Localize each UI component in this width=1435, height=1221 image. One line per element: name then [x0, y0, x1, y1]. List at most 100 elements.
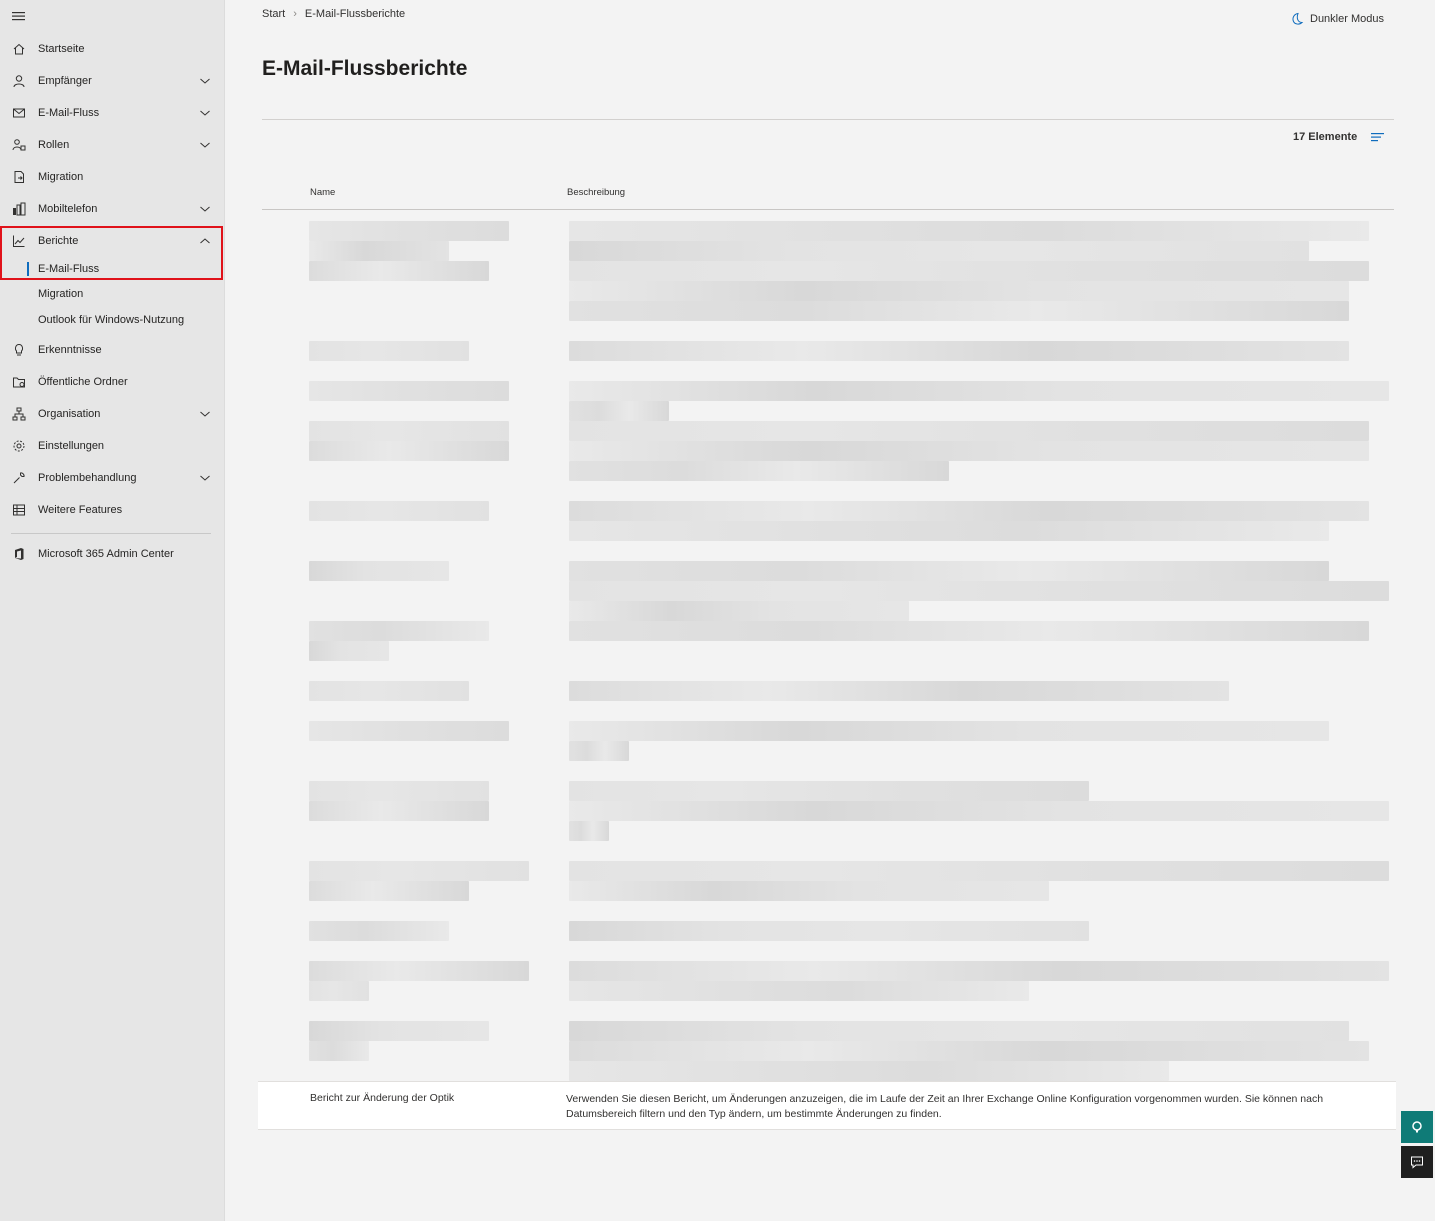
redacted-description: [569, 721, 1329, 741]
sidebar-item-empfaenger[interactable]: Empfänger: [0, 67, 224, 95]
sidebar-item-migration[interactable]: Migration: [0, 163, 224, 191]
sidebar-item-berichte[interactable]: Berichte: [0, 227, 224, 255]
table-row[interactable]: [262, 221, 1394, 261]
row-description: Verwenden Sie diesen Bericht, um Änderun…: [566, 1093, 1324, 1120]
sidebar: Startseite Empfänger E-Mail-Fluss Rollen…: [0, 0, 225, 1221]
table-row[interactable]: Bericht zur Änderung der Optik Verwenden…: [258, 1081, 1396, 1130]
row-name: Bericht zur Änderung der Optik: [310, 1092, 455, 1104]
dark-mode-toggle[interactable]: Dunkler Modus: [1290, 12, 1384, 26]
table-row[interactable]: [262, 501, 1394, 541]
redacted-name: [309, 881, 469, 901]
redacted-description: [569, 441, 1369, 461]
redacted-name: [309, 981, 369, 1001]
redacted-description: [569, 1041, 1369, 1061]
gear-icon: [11, 438, 27, 454]
redacted-name: [309, 261, 489, 281]
mail-icon: [11, 105, 27, 121]
sidebar-item-rollen[interactable]: Rollen: [0, 131, 224, 159]
table-row[interactable]: [262, 421, 1394, 481]
redacted-description: [569, 961, 1389, 981]
breadcrumb-start[interactable]: Start: [262, 8, 285, 20]
redacted-description: [569, 281, 1349, 301]
redacted-name: [309, 1041, 369, 1061]
sidebar-subitem-email-flow[interactable]: E-Mail-Fluss: [0, 258, 224, 280]
sidebar-item-label: Migration: [38, 171, 84, 183]
table-icon: [11, 502, 27, 518]
redacted-description: [569, 301, 1349, 321]
feedback-button[interactable]: [1401, 1146, 1433, 1178]
sidebar-item-label: Öffentliche Ordner: [38, 376, 128, 388]
sidebar-subitem-label: E-Mail-Fluss: [38, 263, 100, 275]
sidebar-item-label: Organisation: [38, 408, 101, 420]
column-header-description[interactable]: Beschreibung: [567, 187, 625, 198]
sidebar-item-label: Problembehandlung: [38, 472, 137, 484]
sidebar-item-admin-center[interactable]: Microsoft 365 Admin Center: [0, 540, 224, 568]
sidebar-subitem-migration[interactable]: Migration: [0, 283, 224, 305]
table-row[interactable]: [262, 621, 1394, 661]
table-row[interactable]: [262, 681, 1394, 701]
sidebar-item-email-flow[interactable]: E-Mail-Fluss: [0, 99, 224, 127]
table-row[interactable]: [262, 721, 1394, 761]
table-row[interactable]: [262, 861, 1394, 901]
sidebar-item-public-folders[interactable]: Öffentliche Ordner: [0, 368, 224, 396]
redacted-description: [569, 501, 1369, 521]
help-button[interactable]: [1401, 1111, 1433, 1143]
redacted-name: [309, 241, 449, 261]
sidebar-item-label: Startseite: [38, 43, 85, 55]
table-header-divider: [262, 209, 1394, 210]
redacted-name: [309, 861, 529, 881]
sidebar-item-label: Mobiltelefon: [38, 203, 98, 215]
lightbulb-icon: [11, 342, 27, 358]
redacted-description: [569, 261, 1369, 281]
hamburger-menu-icon[interactable]: [11, 9, 27, 23]
sidebar-item-label: Einstellungen: [38, 440, 105, 452]
feedback-icon: [1411, 1156, 1423, 1169]
home-icon: [11, 41, 27, 57]
sidebar-item-erkenntnisse[interactable]: Erkenntnisse: [0, 336, 224, 364]
person-icon: [11, 73, 27, 89]
table-row[interactable]: [262, 561, 1394, 621]
table-row[interactable]: [262, 961, 1394, 1001]
redacted-name: [309, 341, 469, 361]
redacted-name: [309, 721, 509, 741]
redacted-description: [569, 861, 1389, 881]
redacted-name: [309, 621, 489, 641]
table-row[interactable]: [262, 341, 1394, 361]
sidebar-subitem-label: Outlook für Windows-Nutzung: [38, 314, 185, 326]
table-row[interactable]: [262, 921, 1394, 941]
sort-icon[interactable]: [1370, 130, 1386, 144]
redacted-name: [309, 921, 449, 941]
sidebar-subitem-outlook-usage[interactable]: Outlook für Windows-Nutzung: [0, 309, 224, 331]
redacted-description: [569, 621, 1369, 641]
table-row[interactable]: [262, 381, 1394, 421]
sidebar-item-mobiltelefon[interactable]: Mobiltelefon: [0, 195, 224, 223]
sidebar-item-label: Erkenntnisse: [38, 344, 102, 356]
redacted-name: [309, 681, 469, 701]
breadcrumb-current: E-Mail-Flussberichte: [304, 8, 406, 20]
sidebar-item-einstellungen[interactable]: Einstellungen: [0, 432, 224, 460]
breadcrumb: Start › E-Mail-Flussberichte: [262, 8, 405, 20]
redacted-description: [569, 401, 669, 421]
table-row[interactable]: [262, 1021, 1394, 1081]
sidebar-item-problembehandlung[interactable]: Problembehandlung: [0, 464, 224, 492]
sidebar-divider: [11, 533, 211, 534]
column-header-name[interactable]: Name: [310, 187, 335, 198]
chart-icon: [11, 233, 27, 249]
table-row[interactable]: [262, 261, 1394, 321]
folder-icon: [11, 374, 27, 390]
redacted-name: [309, 641, 389, 661]
sidebar-item-organisation[interactable]: Organisation: [0, 400, 224, 428]
redacted-description: [569, 561, 1329, 581]
org-icon: [11, 406, 27, 422]
chevron-up-icon: [198, 234, 212, 248]
redacted-description: [569, 521, 1329, 541]
redacted-description: [569, 921, 1089, 941]
sidebar-item-weitere-features[interactable]: Weitere Features: [0, 496, 224, 524]
sidebar-item-startseite[interactable]: Startseite: [0, 35, 224, 63]
table-row[interactable]: [262, 781, 1394, 841]
sidebar-item-label: Rollen: [38, 139, 70, 151]
sidebar-item-label: Weitere Features: [38, 504, 123, 516]
mobile-icon: [11, 201, 27, 217]
redacted-name: [309, 561, 449, 581]
moon-icon: [1292, 12, 1304, 25]
